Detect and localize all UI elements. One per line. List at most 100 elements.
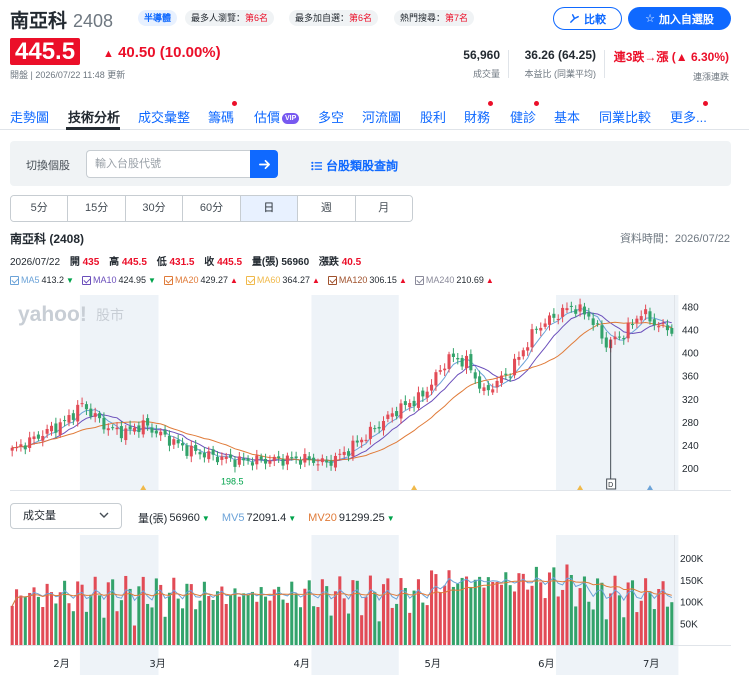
checkbox-icon[interactable]: [163, 275, 173, 285]
notification-dot: [488, 101, 493, 106]
stat-value: 56,960: [463, 48, 500, 62]
price-tick-label: 400: [682, 349, 699, 360]
candle-body: [438, 370, 442, 372]
rank-label: 最多加自選：: [295, 13, 350, 23]
volume-bar: [294, 593, 298, 645]
stat-divider: [508, 50, 509, 78]
indicator-select-value: 成交量: [23, 510, 56, 522]
month-label: 3月: [149, 658, 165, 670]
tab-peer-compare[interactable]: 同業比較: [599, 107, 651, 126]
volume-bar: [333, 591, 337, 645]
price-tick-label: 280: [682, 418, 699, 429]
period-60min[interactable]: 60分: [183, 196, 241, 221]
candle-body: [10, 447, 14, 451]
volume-bar: [569, 574, 573, 645]
legend-item-ma10[interactable]: MA10 424.95 ▼: [81, 275, 156, 285]
ohlc-label: 漲跌: [318, 257, 339, 268]
candle-body: [582, 306, 586, 315]
legend-item-ma240[interactable]: MA240 210.69 ▲: [414, 275, 494, 285]
candle-body: [478, 376, 482, 389]
volume-bar: [377, 621, 381, 645]
chart-title: 南亞科 (2408): [10, 232, 85, 246]
candle-body: [202, 452, 206, 458]
tab-bull-bear[interactable]: 多空: [318, 107, 344, 126]
candle-body: [111, 427, 115, 429]
ohlc-label: 開: [69, 257, 80, 268]
candle-body: [154, 430, 158, 434]
period-30min[interactable]: 30分: [125, 196, 184, 221]
tab-dividend[interactable]: 股利: [420, 107, 446, 126]
candle-body: [320, 458, 324, 463]
candle-body: [491, 389, 495, 393]
tab-river[interactable]: 河流圖: [362, 107, 401, 126]
add-watchlist-button[interactable]: ☆ 加入自選股: [628, 7, 731, 30]
volume-bar: [207, 596, 211, 645]
candle-body: [403, 401, 407, 406]
volume-bar: [229, 594, 233, 645]
candle-body: [176, 439, 180, 444]
tab-health[interactable]: 健診: [510, 107, 536, 126]
volume-bar: [617, 595, 621, 645]
candle-body: [124, 428, 128, 441]
category-query-link[interactable]: 台股類股查詢: [311, 157, 398, 174]
tab-trades[interactable]: 成交彙整: [138, 107, 190, 126]
legend-item-ma60[interactable]: MA60 364.27 ▲: [245, 275, 320, 285]
volume-bar: [403, 587, 407, 645]
yahoo-watermark: yahoo!: [18, 303, 87, 326]
ohlc-close: 收 445.5: [204, 257, 242, 268]
ohlc-label: 低: [156, 257, 167, 268]
legend-item-ma5[interactable]: MA5 413.2 ▼: [10, 275, 74, 285]
period-month[interactable]: 月: [355, 196, 412, 221]
volume-bar: [277, 586, 281, 645]
candle-body: [115, 427, 119, 430]
tab-basic[interactable]: 基本: [554, 107, 580, 126]
checkbox-icon[interactable]: [10, 275, 19, 285]
search-submit-button[interactable]: [250, 150, 278, 178]
tab-more[interactable]: 更多...: [670, 107, 707, 126]
candle-body: [665, 325, 669, 331]
checkbox-icon[interactable]: [245, 275, 255, 285]
volume-bar: [23, 596, 27, 645]
legend-item-ma120[interactable]: MA120 306.15 ▲: [327, 275, 407, 285]
legend-value: 306.15: [369, 275, 397, 285]
current-price: 445.5: [10, 38, 81, 65]
volume-bar: [635, 612, 639, 645]
period-5min[interactable]: 5分: [11, 196, 69, 221]
period-week[interactable]: 週: [298, 196, 356, 221]
candle-body: [268, 460, 272, 464]
legend-value: 413.2: [41, 275, 65, 285]
tab-financials[interactable]: 財務: [464, 107, 490, 126]
month-band: [79, 295, 159, 491]
candle-body: [132, 427, 137, 432]
tab-trend[interactable]: 走勢圖: [10, 107, 49, 126]
candle-body: [504, 373, 508, 375]
volume-bar: [303, 588, 307, 645]
candle-body: [364, 439, 368, 441]
candle-body: [128, 426, 132, 430]
candle-body: [670, 328, 674, 334]
checkbox-icon[interactable]: [414, 275, 424, 285]
tab-chips[interactable]: 籌碼: [208, 107, 234, 126]
tab-technical[interactable]: 技術分析: [68, 107, 120, 126]
candle-body: [32, 436, 36, 440]
volume-chart[interactable]: 200K 150K 100K 50K 2月 3月 4月 5月 6月 7月: [10, 535, 731, 675]
candlestick-chart[interactable]: yahoo! 股市 480 440 400 360 320 280 240 200 505 198.5…: [10, 295, 731, 491]
candle-body: [316, 464, 320, 466]
period-15min[interactable]: 15分: [68, 196, 126, 221]
indicator-select[interactable]: 成交量: [10, 503, 122, 529]
stock-code-input[interactable]: [86, 150, 250, 178]
checkbox-icon[interactable]: [327, 275, 337, 285]
period-day[interactable]: 日: [240, 196, 299, 221]
candle-body: [617, 336, 621, 338]
legend-item-ma20[interactable]: MA20 429.27 ▲: [163, 275, 238, 285]
candle-body: [355, 440, 359, 443]
checkbox-icon[interactable]: [81, 275, 91, 285]
compare-button[interactable]: 比較: [553, 7, 622, 30]
candle-body: [19, 444, 23, 447]
candle-body: [395, 411, 399, 417]
candle-body: [499, 375, 503, 383]
tab-valuation[interactable]: 估價 VIP: [254, 107, 300, 126]
candle-body: [76, 404, 80, 422]
industry-badge[interactable]: 半導體: [138, 10, 178, 26]
candle-body: [98, 413, 102, 419]
